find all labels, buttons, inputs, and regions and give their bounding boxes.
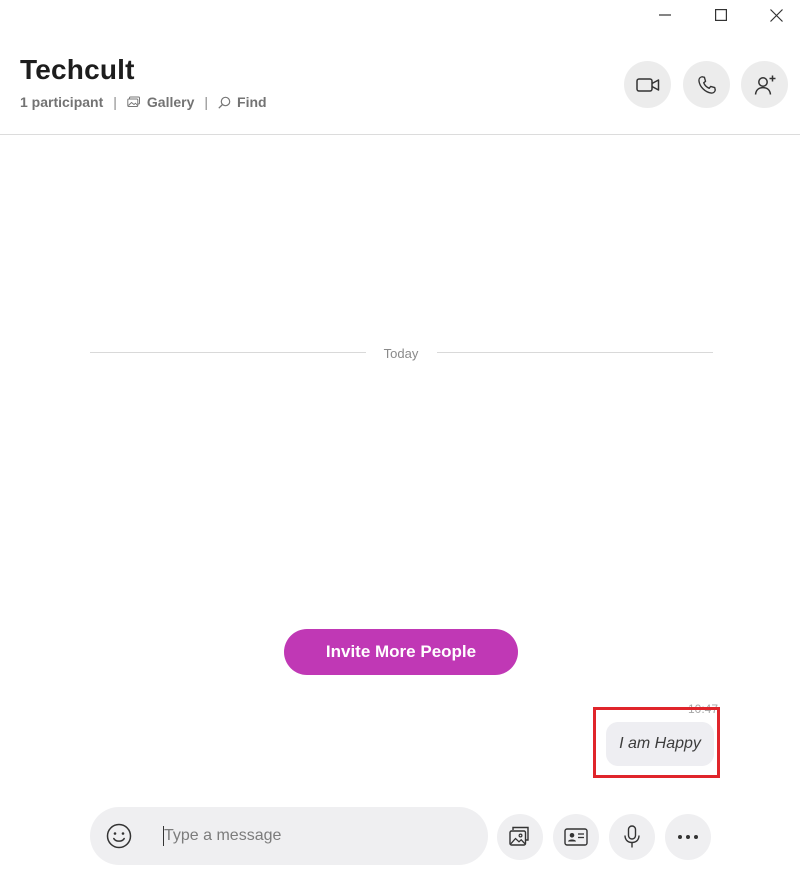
search-icon [218,96,231,109]
message-composer [90,807,488,865]
contact-card-icon [564,828,588,846]
message-timestamp: 10:47 [687,702,718,716]
header-divider [0,134,800,135]
add-person-icon [754,75,775,95]
send-contact-button[interactable] [553,814,599,860]
gallery-label: Gallery [146,94,195,110]
gallery-link[interactable]: Gallery [127,94,194,110]
image-gallery-icon [509,826,529,846]
find-label: Find [237,94,267,110]
gallery-icon [127,96,140,107]
message-bubble[interactable]: I am Happy [606,722,714,766]
more-options-button[interactable] [665,814,711,860]
emoji-button[interactable] [104,821,134,851]
close-button[interactable] [752,0,800,30]
conversation-title: Techcult [20,54,135,85]
video-call-button[interactable] [624,61,671,108]
add-people-button[interactable] [741,61,788,108]
participant-count[interactable]: 1 participant [20,94,103,110]
microphone-icon [624,825,640,848]
close-icon [769,8,783,22]
message-input[interactable] [164,821,464,851]
share-media-button[interactable] [497,814,543,860]
emoji-icon [106,823,132,849]
phone-icon [697,75,716,94]
maximize-icon [715,9,727,21]
divider-line [437,352,713,353]
more-dots-icon [678,835,698,839]
video-camera-icon [635,77,659,92]
separator: | [113,94,117,110]
day-divider-label: Today [383,346,419,361]
minimize-button[interactable] [641,0,689,30]
divider-line [90,352,366,353]
invite-more-people-button[interactable]: Invite More People [284,629,518,675]
audio-call-button[interactable] [683,61,730,108]
maximize-button[interactable] [697,0,745,30]
conversation-subline: 1 participant | Gallery | Find [20,94,267,110]
separator: | [204,94,209,110]
find-link[interactable]: Find [218,94,267,110]
minimize-icon [659,14,671,16]
voice-message-button[interactable] [609,814,655,860]
